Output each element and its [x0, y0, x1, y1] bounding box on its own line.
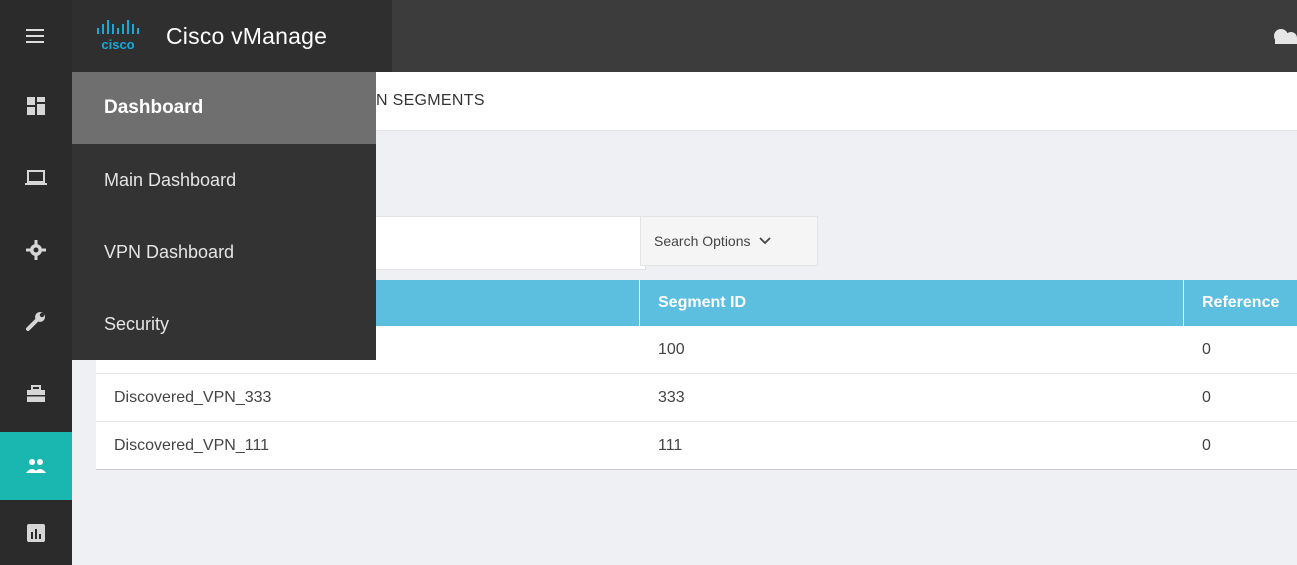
menu-item-vpn-dashboard[interactable]: VPN Dashboard [72, 216, 376, 288]
cell-reference: 0 [1202, 388, 1211, 406]
table-row[interactable]: Discovered_VPN_111 111 0 [96, 422, 1297, 470]
wrench-icon [26, 312, 45, 331]
toolbox-icon [27, 385, 45, 402]
app-title: Cisco vManage [166, 22, 328, 49]
column-header-segment-id[interactable]: Segment ID [640, 280, 1184, 326]
rail-item-dashboard[interactable] [0, 72, 72, 140]
left-nav-rail [0, 0, 72, 565]
menu-item-security[interactable]: Security [72, 288, 376, 360]
page-title: N SEGMENTS [376, 92, 485, 109]
rail-item-administration[interactable] [0, 432, 72, 500]
rail-item-configuration[interactable] [0, 216, 72, 284]
cell-name: Discovered_VPN_111 [114, 436, 270, 454]
monitor-icon [25, 170, 47, 185]
cisco-logo-text: cisco [101, 37, 134, 52]
rail-item-analytics[interactable] [0, 500, 72, 565]
cloud-icon[interactable] [1269, 22, 1297, 50]
gear-icon [26, 240, 46, 260]
cell-segment-id: 100 [658, 340, 685, 358]
dashboard-menu: Dashboard Main Dashboard VPN Dashboard S… [72, 72, 376, 360]
brand-area[interactable]: cisco Cisco vManage [72, 0, 392, 72]
search-options-label: Search Options [654, 233, 751, 249]
rail-item-maintenance[interactable] [0, 360, 72, 428]
rail-item-monitor[interactable] [0, 144, 72, 212]
cell-name: Discovered_VPN_333 [114, 388, 272, 406]
search-options-button[interactable]: Search Options [640, 216, 818, 266]
cell-reference: 0 [1202, 340, 1211, 358]
users-icon [26, 459, 46, 473]
table-row[interactable]: Discovered_VPN_333 333 0 [96, 374, 1297, 422]
menu-header-dashboard[interactable]: Dashboard [72, 72, 376, 144]
dashboard-icon [27, 97, 45, 115]
column-header-reference[interactable]: Reference [1184, 280, 1297, 326]
hamburger-icon [26, 29, 44, 43]
report-icon [27, 523, 45, 542]
cisco-logo: cisco [97, 20, 139, 52]
cell-reference: 0 [1202, 436, 1211, 454]
cell-segment-id: 333 [658, 388, 685, 406]
chevron-down-icon [758, 237, 771, 245]
rail-item-tools[interactable] [0, 288, 72, 356]
cell-segment-id: 111 [658, 436, 683, 454]
menu-item-main-dashboard[interactable]: Main Dashboard [72, 144, 376, 216]
hamburger-menu-button[interactable] [0, 0, 72, 72]
